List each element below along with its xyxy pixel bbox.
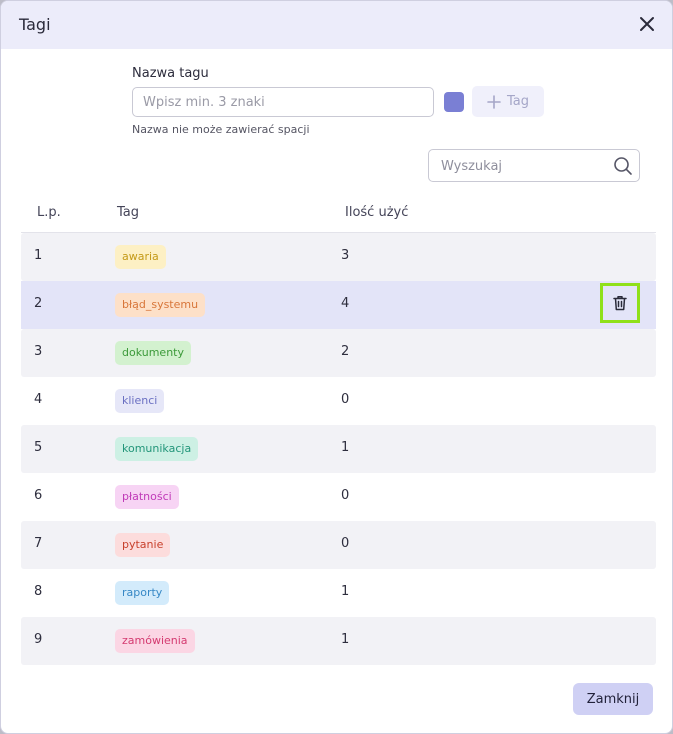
table-row: 9 zamówienia 1 — [21, 617, 656, 665]
table-row: 7 pytanie 0 — [21, 521, 656, 569]
table-row: 3 dokumenty 2 — [21, 329, 656, 377]
row-number: 3 — [34, 344, 43, 359]
table-row: 5 komunikacja 1 — [21, 425, 656, 473]
tag-badge: awaria — [115, 245, 166, 269]
row-number: 4 — [34, 392, 43, 407]
add-tag-button[interactable]: Tag — [472, 86, 544, 117]
usage-count: 4 — [341, 296, 350, 311]
usage-count: 0 — [341, 392, 350, 407]
row-number: 1 — [34, 248, 43, 263]
tag-badge: dokumenty — [115, 341, 191, 365]
close-icon[interactable] — [636, 13, 658, 35]
tag-badge: klienci — [115, 389, 165, 413]
search-input[interactable] — [439, 150, 613, 183]
tag-badge: płatności — [115, 485, 179, 509]
add-tag-button-label: Tag — [506, 94, 529, 109]
table-row: 2 błąd_systemu 4 — [21, 281, 656, 329]
usage-count: 3 — [341, 248, 350, 263]
usage-count: 1 — [341, 632, 350, 647]
header-tag: Tag — [117, 205, 140, 220]
search-icon[interactable] — [613, 156, 633, 176]
dialog-header: Tagi — [1, 1, 672, 49]
delete-tag-button[interactable] — [600, 283, 640, 323]
row-number: 9 — [34, 632, 43, 647]
close-dialog-button[interactable]: Zamknij — [573, 683, 653, 715]
usage-count: 2 — [341, 344, 350, 359]
trash-icon — [613, 296, 627, 311]
tag-name-hint: Nazwa nie może zawierać spacji — [132, 123, 310, 136]
dialog-title: Tagi — [19, 15, 51, 34]
tag-badge: komunikacja — [115, 437, 199, 461]
usage-count: 0 — [341, 488, 350, 503]
tag-badge: zamówienia — [115, 629, 195, 653]
usage-count: 1 — [341, 440, 350, 455]
row-number: 5 — [34, 440, 43, 455]
tag-badge: błąd_systemu — [115, 293, 206, 317]
row-number: 8 — [34, 584, 43, 599]
tag-name-input[interactable] — [132, 87, 434, 117]
usage-count: 0 — [341, 536, 350, 551]
tag-color-picker[interactable] — [444, 92, 464, 112]
search-box — [428, 149, 640, 183]
tags-dialog: Tagi Nazwa tagu Tag Nazwa nie może zawie… — [0, 0, 673, 734]
usage-count: 1 — [341, 584, 350, 599]
row-number: 2 — [34, 296, 43, 311]
tag-badge: raporty — [115, 581, 170, 605]
header-lp: L.p. — [37, 205, 61, 220]
tags-table-body: 1 awaria 3 2 błąd_systemu 4 3 dokumenty … — [21, 233, 656, 665]
tag-badge: pytanie — [115, 533, 171, 557]
row-number: 6 — [34, 488, 43, 503]
table-row: 1 awaria 3 — [21, 233, 656, 281]
row-number: 7 — [34, 536, 43, 551]
table-row: 4 klienci 0 — [21, 377, 656, 425]
header-count: Ilość użyć — [345, 205, 409, 220]
tag-name-label: Nazwa tagu — [132, 66, 209, 81]
table-row: 6 płatności 0 — [21, 473, 656, 521]
plus-icon — [487, 94, 501, 109]
table-row: 8 raporty 1 — [21, 569, 656, 617]
